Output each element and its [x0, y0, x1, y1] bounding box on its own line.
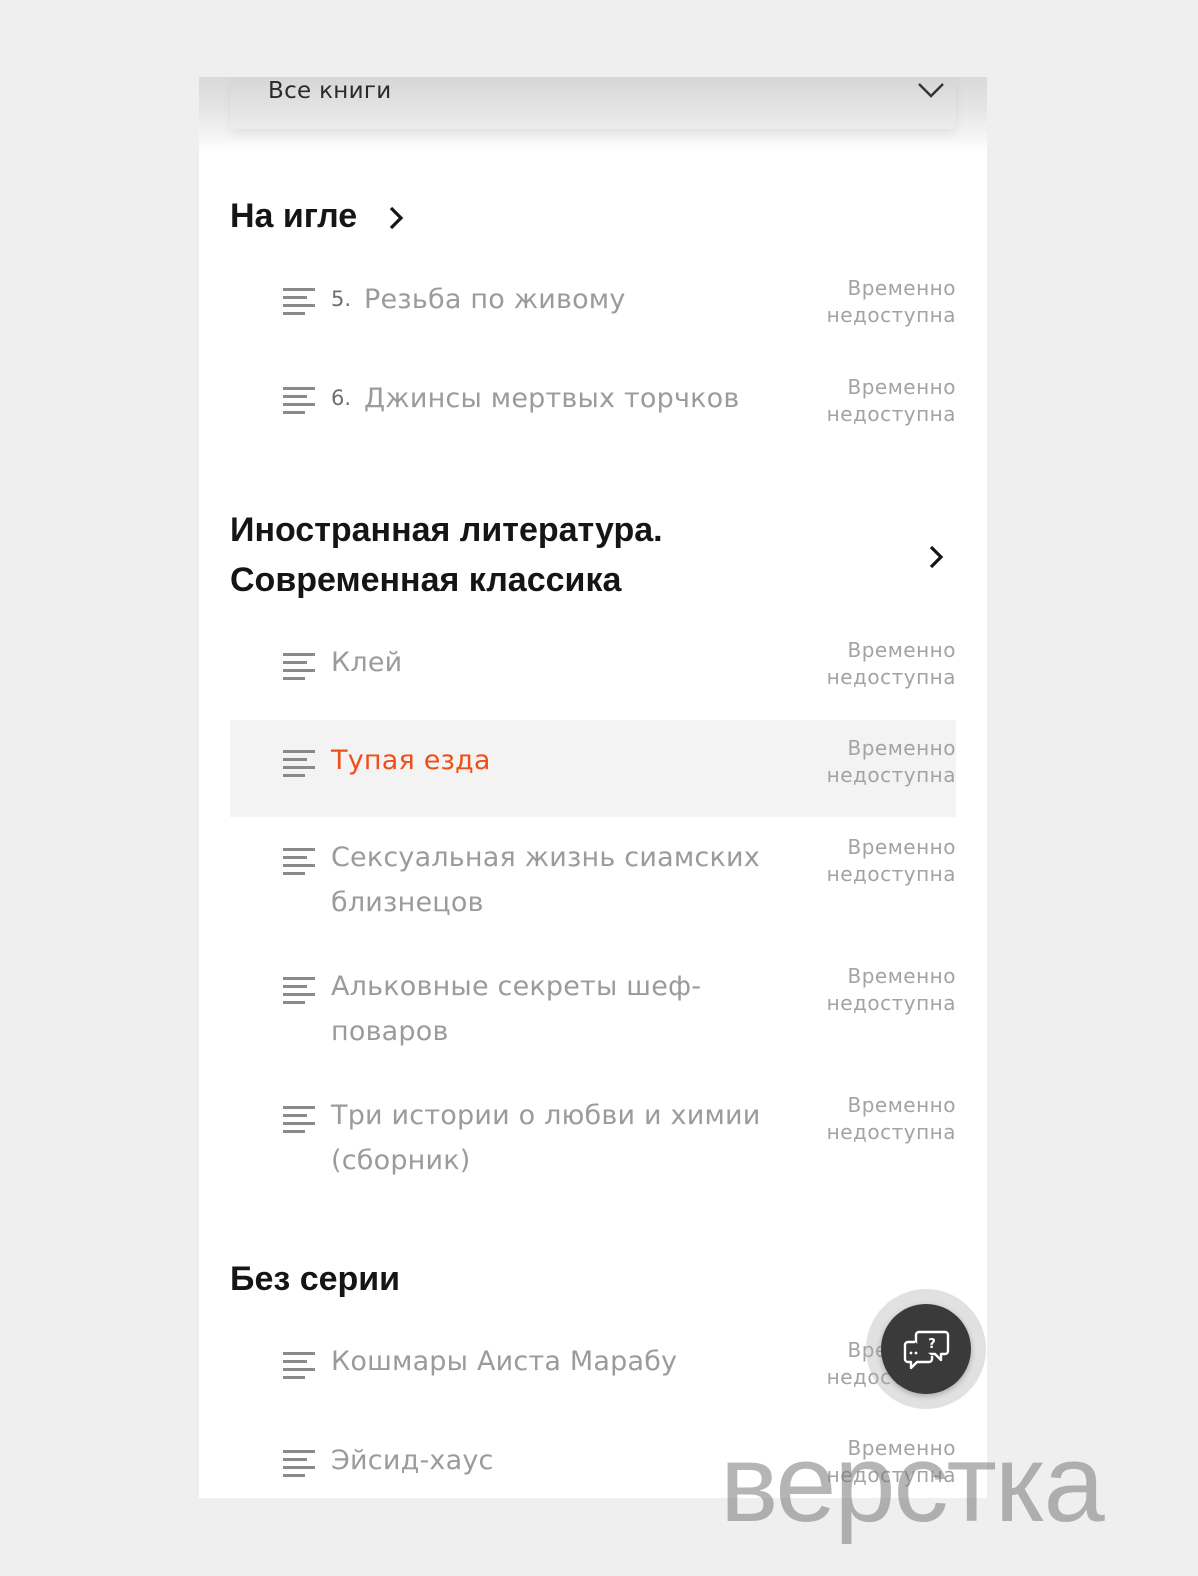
item-title: Три истории о любви и химии (сборник) — [331, 1100, 761, 1176]
list-item[interactable]: 6. Джинсы мертвых торчков Временно недос… — [230, 352, 956, 448]
books-filter-label: Все книги — [268, 78, 392, 104]
chevron-right-icon[interactable] — [387, 205, 405, 231]
text-lines-icon — [283, 653, 315, 680]
item-status: Временно недоступна — [826, 1093, 956, 1144]
item-status: Временно недоступна — [826, 375, 956, 426]
item-status: Временно недоступна — [826, 736, 956, 787]
chat-question-icon: ? — [903, 1330, 950, 1370]
item-status: Временно недоступна — [826, 638, 956, 689]
item-title: Тупая езда — [331, 745, 491, 776]
item-status: Временно недоступна — [826, 964, 956, 1015]
list-item[interactable]: Кошмары Аиста Марабу Временно недоступна — [230, 1322, 956, 1418]
item-status: Временно недоступна — [826, 835, 956, 886]
list-item[interactable]: Три истории о любви и химии (сборник) Вр… — [230, 1077, 956, 1203]
list-item[interactable]: Сексуальная жизнь сиамских близнецов Вре… — [230, 819, 956, 945]
item-title: Альковные секреты шеф- поваров — [331, 971, 702, 1047]
chevron-right-icon[interactable] — [927, 544, 945, 570]
list-item-active[interactable]: Тупая езда Временно недоступна — [230, 720, 956, 817]
text-lines-icon — [283, 1450, 315, 1477]
item-title: Джинсы мертвых торчков — [364, 383, 740, 414]
section-title-foreign-literature[interactable]: Иностранная литература. Современная клас… — [230, 505, 663, 605]
item-number: 5. — [331, 287, 352, 311]
section-title-na-igle[interactable]: На игле — [230, 191, 357, 241]
list-item[interactable]: Альковные секреты шеф- поваров Временно … — [230, 948, 956, 1074]
watermark-logo: верстка — [720, 1422, 1105, 1545]
svg-text:?: ? — [928, 1337, 936, 1352]
text-lines-icon — [283, 1352, 315, 1379]
section-title-bez-serii: Без серии — [230, 1260, 401, 1298]
text-lines-icon — [283, 977, 315, 1004]
list-item[interactable]: Клей Временно недоступна — [230, 622, 956, 718]
text-lines-icon — [283, 848, 315, 875]
text-lines-icon — [283, 1106, 315, 1133]
text-lines-icon — [283, 288, 315, 315]
item-title: Эйсид-хаус — [331, 1445, 494, 1476]
support-chat-button[interactable]: ? — [881, 1304, 971, 1394]
item-title: Клей — [331, 647, 403, 678]
item-title: Кошмары Аиста Марабу — [331, 1346, 678, 1377]
text-lines-icon — [283, 750, 315, 777]
chevron-down-icon — [918, 83, 944, 98]
text-lines-icon — [283, 387, 315, 414]
item-title: Резьба по живому — [364, 284, 626, 315]
book-list-screen: Все книги На игле 5. Резьба по живому Вр… — [199, 77, 987, 1498]
item-status: Временно недоступна — [826, 276, 956, 327]
item-number: 6. — [331, 386, 352, 410]
list-item[interactable]: 5. Резьба по живому Временно недоступна — [230, 253, 956, 349]
books-filter-dropdown[interactable]: Все книги — [230, 77, 956, 129]
item-title: Сексуальная жизнь сиамских близнецов — [331, 842, 760, 918]
